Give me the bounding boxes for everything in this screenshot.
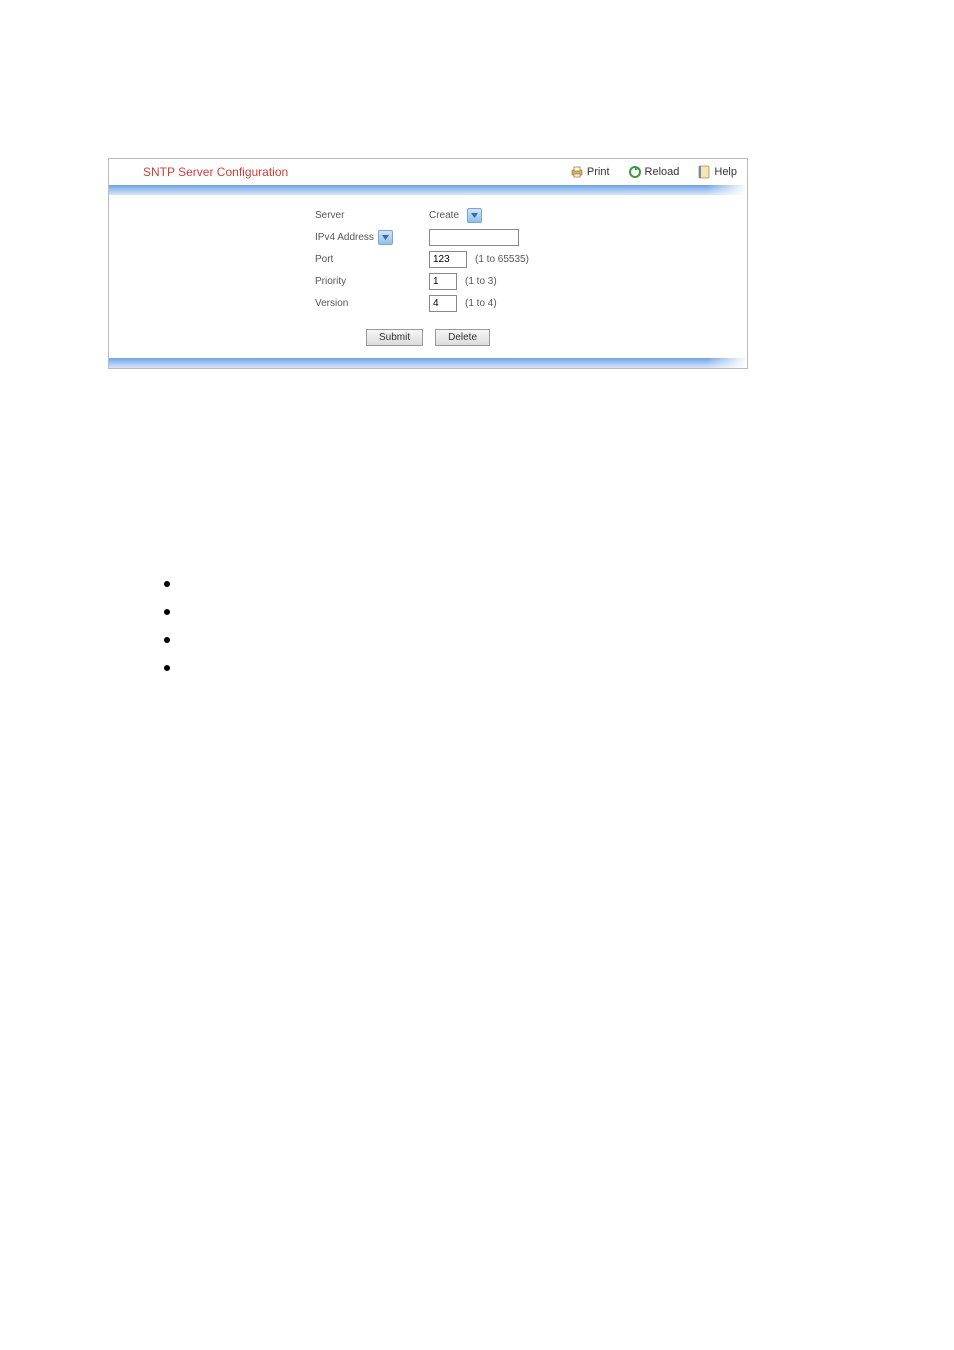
print-icon [570, 165, 584, 179]
panel-header: SNTP Server Configuration Print Reload H… [109, 159, 747, 185]
top-stripe [109, 185, 747, 195]
form-body: Server Create IPv4 Address Port [109, 195, 747, 358]
label-priority: Priority [109, 276, 429, 287]
delete-button[interactable]: Delete [435, 329, 490, 346]
port-hint: (1 to 65535) [475, 254, 529, 265]
priority-hint: (1 to 3) [465, 276, 497, 287]
bullet-list [164, 569, 194, 681]
print-button[interactable]: Print [570, 165, 610, 179]
reload-icon [628, 165, 642, 179]
row-port: Port (1 to 65535) [109, 249, 747, 269]
list-item [164, 569, 194, 597]
port-input[interactable] [429, 251, 467, 268]
server-dropdown[interactable] [467, 208, 482, 223]
type-dropdown[interactable] [378, 230, 393, 245]
help-icon [697, 165, 711, 179]
chevron-down-icon [471, 213, 478, 218]
label-server: Server [109, 210, 429, 221]
list-item [164, 597, 194, 625]
version-input[interactable] [429, 295, 457, 312]
row-type: IPv4 Address [109, 227, 747, 247]
print-label: Print [587, 166, 610, 178]
help-button[interactable]: Help [697, 165, 737, 179]
row-version: Version (1 to 4) [109, 293, 747, 313]
row-server: Server Create [109, 205, 747, 225]
submit-button[interactable]: Submit [366, 329, 423, 346]
label-port: Port [109, 254, 429, 265]
reload-button[interactable]: Reload [628, 165, 680, 179]
list-item [164, 653, 194, 681]
help-label: Help [714, 166, 737, 178]
version-hint: (1 to 4) [465, 298, 497, 309]
address-input[interactable] [429, 229, 519, 246]
header-actions: Print Reload Help [570, 165, 737, 179]
button-row: Submit Delete [109, 315, 747, 346]
list-item [164, 625, 194, 653]
reload-label: Reload [645, 166, 680, 178]
bottom-stripe [109, 358, 747, 368]
label-type: IPv4 Address [315, 232, 374, 243]
page-title: SNTP Server Configuration [143, 165, 570, 179]
priority-input[interactable] [429, 273, 457, 290]
row-priority: Priority (1 to 3) [109, 271, 747, 291]
config-panel: SNTP Server Configuration Print Reload H… [108, 158, 748, 369]
chevron-down-icon [382, 235, 389, 240]
server-value-text: Create [429, 210, 459, 221]
label-version: Version [109, 298, 429, 309]
